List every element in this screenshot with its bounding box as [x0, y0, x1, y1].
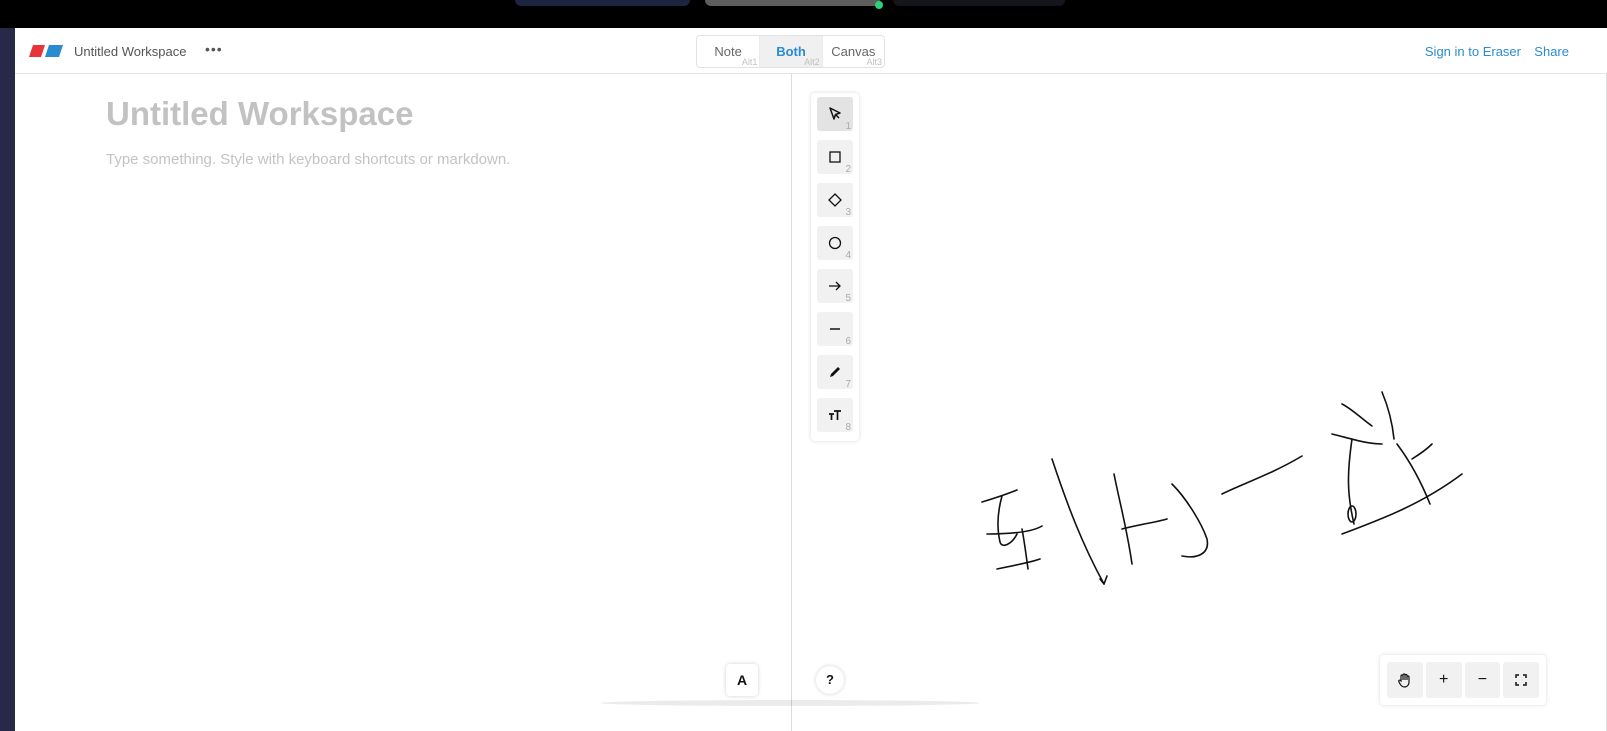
hand-tool-button[interactable] [1387, 662, 1423, 698]
workspace-title[interactable]: Untitled Workspace [74, 44, 186, 59]
select-tool-button[interactable]: 1 [817, 97, 853, 132]
shortcut-hint: Alt3 [866, 57, 883, 67]
taskbar-pill[interactable] [893, 0, 1065, 6]
freehand-drawing[interactable] [942, 364, 1482, 594]
app-header: Untitled Workspace ••• Note Alt1 Both Al… [15, 28, 1607, 74]
share-button[interactable]: Share [1534, 44, 1569, 59]
help-button[interactable]: ? [816, 666, 844, 694]
os-taskbar [0, 0, 1607, 28]
eraser-logo[interactable] [29, 45, 63, 57]
diamond-tool-button[interactable]: 3 [817, 183, 853, 218]
zoom-out-button[interactable]: − [1464, 662, 1501, 698]
document-title[interactable]: Untitled Workspace [106, 95, 413, 133]
pencil-icon [830, 367, 840, 377]
document-body-placeholder[interactable]: Type something. Style with keyboard shor… [106, 151, 510, 168]
pointer-icon [829, 107, 841, 120]
mode-note-button[interactable]: Note Alt1 [697, 36, 759, 67]
shortcut-hint: Alt2 [804, 57, 820, 67]
rectangle-icon [829, 151, 841, 163]
hand-icon [1398, 673, 1410, 688]
tool-shortcut: 5 [845, 293, 851, 304]
zoom-in-button[interactable]: + [1425, 662, 1462, 698]
more-options-icon[interactable]: ••• [205, 41, 223, 57]
mode-canvas-button[interactable]: Canvas Alt3 [821, 36, 884, 67]
zoom-controls: + − [1380, 655, 1546, 705]
tool-shortcut: 7 [845, 379, 851, 390]
tool-shortcut: 4 [845, 250, 851, 261]
fullscreen-icon [1515, 674, 1527, 686]
tool-shortcut: 1 [845, 121, 851, 132]
font-style-button[interactable]: A [726, 664, 758, 696]
note-pane[interactable]: Untitled Workspace Type something. Style… [15, 74, 791, 731]
tool-shortcut: 8 [845, 422, 851, 433]
text-icon [829, 410, 841, 420]
text-tool-button[interactable]: 8 [817, 398, 853, 433]
pencil-tool-button[interactable]: 7 [817, 355, 853, 390]
line-tool-button[interactable]: 6 [817, 312, 853, 347]
shortcut-hint: Alt1 [741, 57, 758, 67]
arrow-icon [829, 281, 841, 291]
canvas-pane[interactable]: 1 2 3 4 5 6 7 8 ? + − [792, 74, 1606, 731]
circle-icon [828, 236, 842, 250]
taskbar-pill[interactable] [705, 0, 880, 6]
line-icon [830, 328, 840, 330]
tool-shortcut: 3 [845, 207, 851, 218]
mode-label: Both [776, 44, 806, 59]
fit-to-screen-button[interactable] [1503, 662, 1539, 698]
bottom-shadow [600, 700, 980, 706]
circle-tool-button[interactable]: 4 [817, 226, 853, 261]
view-mode-switch: Note Alt1 Both Alt2 Canvas Alt3 [696, 35, 885, 68]
tool-shortcut: 2 [845, 164, 851, 175]
taskbar-pill[interactable] [515, 0, 690, 6]
mode-label: Note [714, 44, 742, 59]
rectangle-tool-button[interactable]: 2 [817, 140, 853, 175]
diamond-icon [828, 193, 842, 207]
arrow-tool-button[interactable]: 5 [817, 269, 853, 304]
left-window-edge [0, 28, 15, 731]
tool-shortcut: 6 [845, 336, 851, 347]
app-window: Untitled Workspace ••• Note Alt1 Both Al… [15, 28, 1607, 731]
sign-in-link[interactable]: Sign in to Eraser [1425, 44, 1521, 59]
mode-both-button[interactable]: Both Alt2 [759, 36, 822, 67]
canvas-toolbar: 1 2 3 4 5 6 7 8 [811, 93, 859, 441]
status-dot [875, 1, 883, 9]
